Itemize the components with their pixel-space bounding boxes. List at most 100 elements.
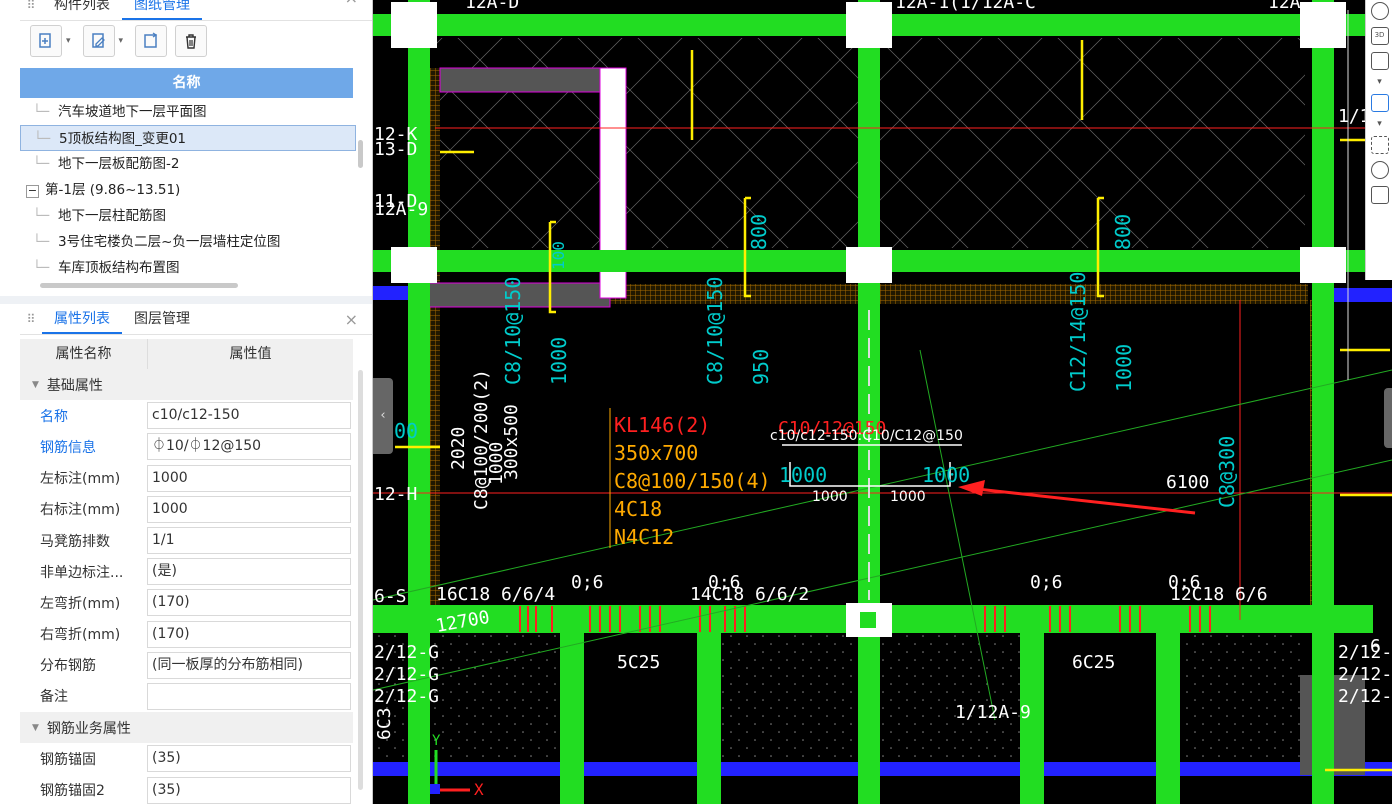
property-value[interactable]: (35) [147,745,351,773]
drag-grip-icon[interactable]: ⠿ [20,312,42,326]
tree-item[interactable]: └─ 车库顶板结构布置图 [20,255,356,281]
drawing-panel-tabbar: ⠿ 构件列表 图纸管理 × [20,0,372,21]
selected-rebar-label: c10/c12-150:C10/C12@150 [770,428,963,444]
drawing-toolbar: ▾ ▾ [20,21,208,61]
rebar-label: 800 [747,214,771,250]
dimension-label: 1000 [922,463,970,487]
property-value[interactable]: (同一板厚的分布筋相同) [147,651,351,679]
properties-icon[interactable] [1370,186,1389,204]
tree-item[interactable]: └─ 3号住宅楼负二层~负一层墙柱定位图 [20,229,356,255]
dimension-label: 1000 [812,489,848,505]
rebar-label: C8@300 [1215,436,1239,508]
property-value[interactable]: (是) [147,558,351,586]
rebar-label: 0;6 [708,572,741,593]
close-icon[interactable]: × [345,310,358,329]
edit-drawing-icon [91,33,105,48]
refresh-drawing-button[interactable] [135,25,168,57]
rebar-label: 100 [549,241,568,270]
property-group-rebar[interactable]: ▼ 钢筋业务属性 [20,712,353,744]
add-drawing-button[interactable] [30,25,62,57]
property-row: 钢筋锚固2 (35) [20,774,353,804]
grid-label: 12A-1(1/12A-C [895,0,1036,13]
grid-label: 6-S [374,586,407,607]
tab-layer-management[interactable]: 图层管理 [122,304,202,334]
property-row: 左弯折(mm) (170) [20,587,353,618]
rebar-label: 16C18 6/6/4 [436,584,555,605]
chevron-down-icon: ▼ [32,722,39,733]
select-region-icon[interactable] [1370,136,1389,154]
property-row: 分布钢筋 (同一板厚的分布筋相同) [20,650,353,681]
property-value[interactable]: 1000 [147,495,351,523]
chevron-down-icon[interactable]: ▾ [66,36,71,46]
rebar-label: 1000 [1112,344,1136,392]
chevron-down-icon[interactable]: ▾ [1371,77,1389,87]
orbit-icon[interactable] [1370,2,1389,20]
tree-item[interactable]: └─ 汽车坡道地下一层平面图 [20,99,356,125]
grid-label: 12A-D [465,0,519,13]
refresh-drawing-icon [144,32,158,48]
column-header-name: 属性名称 [20,339,148,369]
drag-grip-icon[interactable]: ⠿ [20,0,42,12]
chevron-down-icon[interactable]: ▾ [1371,119,1389,129]
property-row: 钢筋锚固 (35) [20,743,353,774]
rebar-label: C8/10@150 [501,277,525,385]
property-value[interactable]: ⏀10/⏀12@150 [147,433,351,461]
rebar-label: 6C25 [1072,652,1115,673]
property-value[interactable]: (170) [147,589,351,617]
grid-label: 2/12-G [374,664,439,685]
property-value[interactable]: 1000 [147,464,351,492]
close-icon[interactable]: × [345,0,358,7]
tree-hscrollbar[interactable] [40,283,238,288]
property-value[interactable]: (170) [147,620,351,648]
grid-label: 13-D [374,139,417,160]
chevron-left-icon: ‹ [380,408,386,423]
layer-icon[interactable] [1370,161,1389,179]
right-panel-handle[interactable] [1384,388,1392,448]
tree-item[interactable]: └─ 地下一层板配筋图-2 [20,151,356,177]
rebar-label: 0;6 [1030,572,1063,593]
delete-button[interactable] [175,25,208,57]
beam-label: 1000 [486,442,507,485]
property-value[interactable]: c10/c12-150 [147,402,351,430]
property-scrollbar[interactable] [358,370,363,790]
beam-label: KL146(2) [614,413,710,437]
grid-label: 12A [1268,0,1301,13]
column-header-value: 属性值 [229,346,272,362]
cube-icon[interactable] [1370,52,1389,70]
tab-drawing-management[interactable]: 图纸管理 [122,0,202,20]
grid-label: 1/12A-9 [955,702,1031,723]
collapse-panel-handle[interactable]: ‹ [373,378,393,454]
edit-drawing-button[interactable] [82,25,115,57]
chevron-down-icon[interactable]: ▾ [119,36,124,46]
property-row-rebar-info: 钢筋信息 ⏀10/⏀12@150 [20,431,353,462]
rebar-label: 950 [749,349,773,385]
tab-component-list[interactable]: 构件列表 [42,0,122,20]
grid-label: 2/12-G [374,686,439,707]
beam-label: C8@100/200(2) [471,369,492,510]
rebar-label: C8/10@150 [703,277,727,385]
rebar-label: 12C18 6/6 [1170,584,1268,605]
property-row-name: 名称 c10/c12-150 [20,400,353,431]
cad-drawing-canvas[interactable]: 12A-D 12A-1(1/12A-C 12A 12-K 13-D 11-D 1… [373,0,1392,804]
tree-scrollbar[interactable] [358,140,363,168]
tree-item[interactable]: └─ 地下一层柱配筋图 [20,203,356,229]
property-header: 属性名称 属性值 [20,339,353,370]
property-value[interactable]: 1/1 [147,527,351,555]
panel-divider [0,296,372,304]
tree-group[interactable]: − 第-1层 (9.86~13.51) [20,177,356,203]
grid-label: 2/12- [1338,642,1392,663]
property-value[interactable] [147,682,351,710]
collapse-toggle-icon[interactable]: − [26,185,39,198]
property-row: 马凳筋排数 1/1 [20,525,353,556]
grid-label: 2/12-G [374,642,439,663]
3d-view-icon[interactable]: 3D [1370,27,1389,45]
beam-label: N4C12 [614,525,674,549]
beam-label: 350x700 [614,441,698,465]
box-view-icon[interactable] [1370,94,1389,112]
property-group-basic[interactable]: ▼ 基础属性 [20,369,353,401]
property-value[interactable]: (35) [147,776,351,804]
property-row: 非单边标注... (是) [20,556,353,587]
tab-property-list[interactable]: 属性列表 [42,304,122,334]
tree-item-selected[interactable]: └─ 5顶板结构图_变更01 [20,125,356,151]
property-list: ▼ 基础属性 名称 c10/c12-150 钢筋信息 ⏀10/⏀12@150 左标注(… [20,369,353,804]
